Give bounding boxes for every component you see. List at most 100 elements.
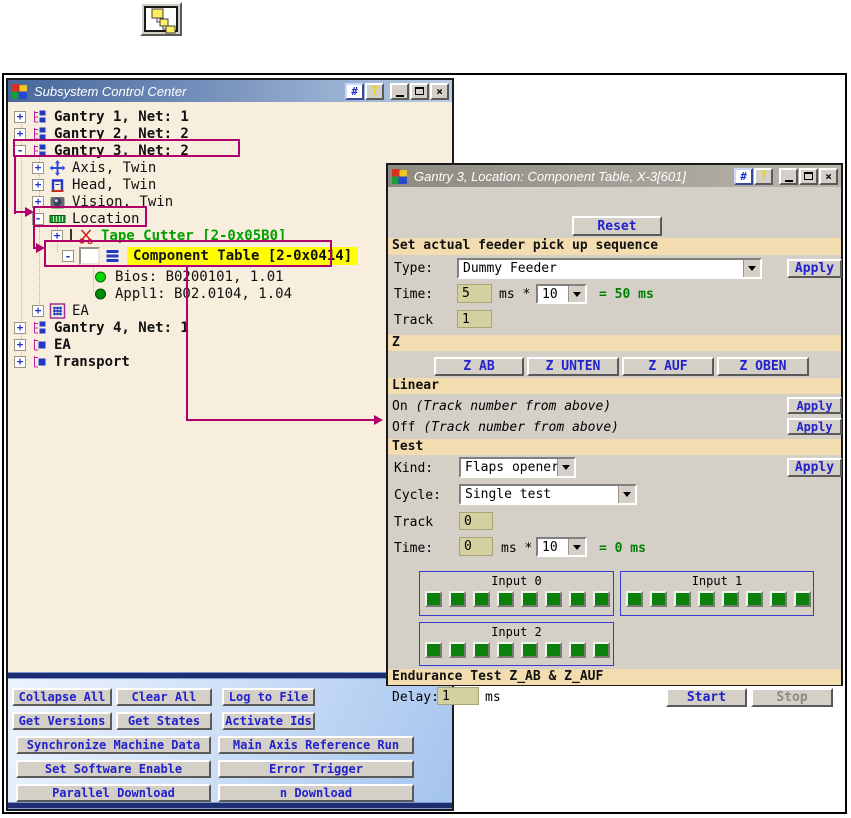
chevron-down-icon[interactable] [618, 486, 635, 503]
delay-value-field[interactable]: 1 [437, 687, 479, 705]
minimize-button[interactable] [390, 83, 409, 100]
tree-item-label: Bios: B0200101, 1.01 [115, 269, 284, 285]
expand-icon[interactable]: + [14, 339, 26, 351]
expand-icon[interactable]: + [32, 305, 44, 317]
help-button[interactable]: ? [365, 83, 384, 100]
activate-ids-button[interactable]: Activate Ids [222, 712, 315, 730]
z-oben-button[interactable]: Z OBEN [717, 357, 809, 376]
maximize-button[interactable] [410, 83, 429, 100]
test-track-field[interactable]: 0 [459, 512, 493, 530]
led-indicator [521, 591, 538, 607]
cycle-label: Cycle: [394, 488, 441, 503]
n-download-button[interactable]: n Download [218, 784, 414, 802]
chevron-down-icon[interactable] [568, 286, 585, 302]
tree-item-label: Head, Twin [72, 177, 156, 193]
time-value-field[interactable]: 5 [457, 284, 492, 303]
module-icon [31, 354, 48, 370]
apply-test-button[interactable]: Apply [787, 458, 842, 477]
set-software-enable-button[interactable]: Set Software Enable [16, 760, 211, 778]
test-time-label: Time: [394, 541, 433, 556]
led-indicator [521, 642, 538, 658]
tree-item-label: Gantry 2, Net: 2 [54, 126, 189, 142]
led-indicator [497, 642, 514, 658]
test-time-field[interactable]: 0 [459, 537, 493, 556]
z-ab-button[interactable]: Z AB [434, 357, 524, 376]
ms-star-label: ms * [499, 287, 530, 302]
expand-icon[interactable]: + [32, 179, 44, 191]
cycle-combobox[interactable]: Single test [459, 484, 637, 505]
chevron-down-icon[interactable] [568, 539, 585, 555]
link-button[interactable]: # [345, 83, 364, 100]
collapse-icon[interactable]: - [14, 145, 26, 157]
tree-item-gantry2[interactable]: + Gantry 2, Net: 2 [14, 125, 452, 142]
help-button[interactable]: ? [754, 168, 773, 185]
tree-item-gantry3[interactable]: -Gantry 3, Net: 2 [14, 142, 452, 159]
expand-icon[interactable]: + [14, 356, 26, 368]
reset-button[interactable]: Reset [572, 216, 662, 236]
cycle-combobox-value: Single test [461, 486, 618, 503]
module-icon [31, 337, 48, 353]
test-multiplier-combobox[interactable]: 10 [536, 537, 587, 557]
close-button[interactable]: × [819, 168, 838, 185]
z-unten-button[interactable]: Z UNTEN [527, 357, 619, 376]
expand-icon[interactable]: + [32, 196, 44, 208]
expand-icon[interactable]: + [51, 230, 63, 242]
tree-item-label: Gantry 1, Net: 1 [54, 109, 189, 125]
parallel-download-button[interactable]: Parallel Download [16, 784, 211, 802]
z-auf-button[interactable]: Z AUF [622, 357, 714, 376]
kind-combobox[interactable]: Flaps opener [459, 457, 576, 478]
app-icon [391, 168, 408, 184]
ea-grid-icon [49, 303, 66, 319]
tree-item-label: Axis, Twin [72, 160, 156, 176]
chevron-down-icon[interactable] [743, 260, 760, 277]
collapse-icon[interactable]: - [62, 250, 74, 262]
led-indicator [473, 642, 490, 658]
log-to-file-button[interactable]: Log to File [222, 688, 315, 706]
get-states-button[interactable]: Get States [116, 712, 212, 730]
time-result-label: = 50 ms [599, 287, 654, 302]
stop-button[interactable]: Stop [751, 688, 833, 707]
gantry-icon [31, 320, 48, 336]
apply-on-button[interactable]: Apply [787, 397, 842, 414]
apply-off-button[interactable]: Apply [787, 418, 842, 435]
collapse-icon[interactable]: - [32, 213, 44, 225]
collapse-all-button[interactable]: Collapse All [12, 688, 112, 706]
left-window-titlebar[interactable]: Subsystem Control Center # ? × [8, 80, 452, 102]
track-value-field[interactable]: 1 [457, 310, 492, 328]
minimize-button[interactable] [779, 168, 798, 185]
selection-checkbox[interactable] [79, 247, 100, 265]
cascade-button[interactable] [140, 2, 182, 36]
led-row [420, 591, 613, 607]
main-axis-reference-run-button[interactable]: Main Axis Reference Run [218, 736, 414, 754]
tree-item-label: Vision, Twin [72, 194, 173, 210]
chevron-down-icon[interactable] [557, 459, 574, 476]
outer-frame: Subsystem Control Center # ? × + Gantry 1… [2, 73, 847, 814]
expand-icon[interactable]: + [14, 111, 26, 123]
start-button[interactable]: Start [666, 688, 747, 707]
linear-off-label: Off (Track number from above) [392, 420, 619, 435]
error-trigger-button[interactable]: Error Trigger [218, 760, 414, 778]
right-window-title: Gantry 3, Location: Component Table, X-3… [414, 169, 734, 184]
time-multiplier-combobox[interactable]: 10 [536, 284, 587, 304]
expand-icon[interactable]: + [14, 322, 26, 334]
clear-all-button[interactable]: Clear All [116, 688, 212, 706]
lane-bar-icon [70, 229, 72, 242]
maximize-button[interactable] [799, 168, 818, 185]
led-indicator [593, 591, 610, 607]
apply-type-button[interactable]: Apply [787, 259, 842, 278]
get-versions-button[interactable]: Get Versions [12, 712, 112, 730]
right-window-titlebar[interactable]: Gantry 3, Location: Component Table, X-3… [388, 165, 841, 187]
expand-icon[interactable]: + [14, 128, 26, 140]
expand-icon[interactable]: + [32, 162, 44, 174]
type-combobox[interactable]: Dummy Feeder [457, 258, 762, 279]
synchronize-machine-data-button[interactable]: Synchronize Machine Data [16, 736, 211, 754]
tree-item-label: Appl1: B02.0104, 1.04 [115, 286, 292, 302]
separator-bar-bottom [8, 802, 452, 809]
tree-item-gantry1[interactable]: + Gantry 1, Net: 1 [14, 108, 452, 125]
close-button[interactable]: × [430, 83, 449, 100]
section-header-feeder: Set actual feeder pick up sequence [388, 238, 841, 255]
track-label: Track [394, 313, 433, 328]
input-group-2: Input 2 [419, 622, 614, 666]
link-button[interactable]: # [734, 168, 753, 185]
led-indicator [593, 642, 610, 658]
